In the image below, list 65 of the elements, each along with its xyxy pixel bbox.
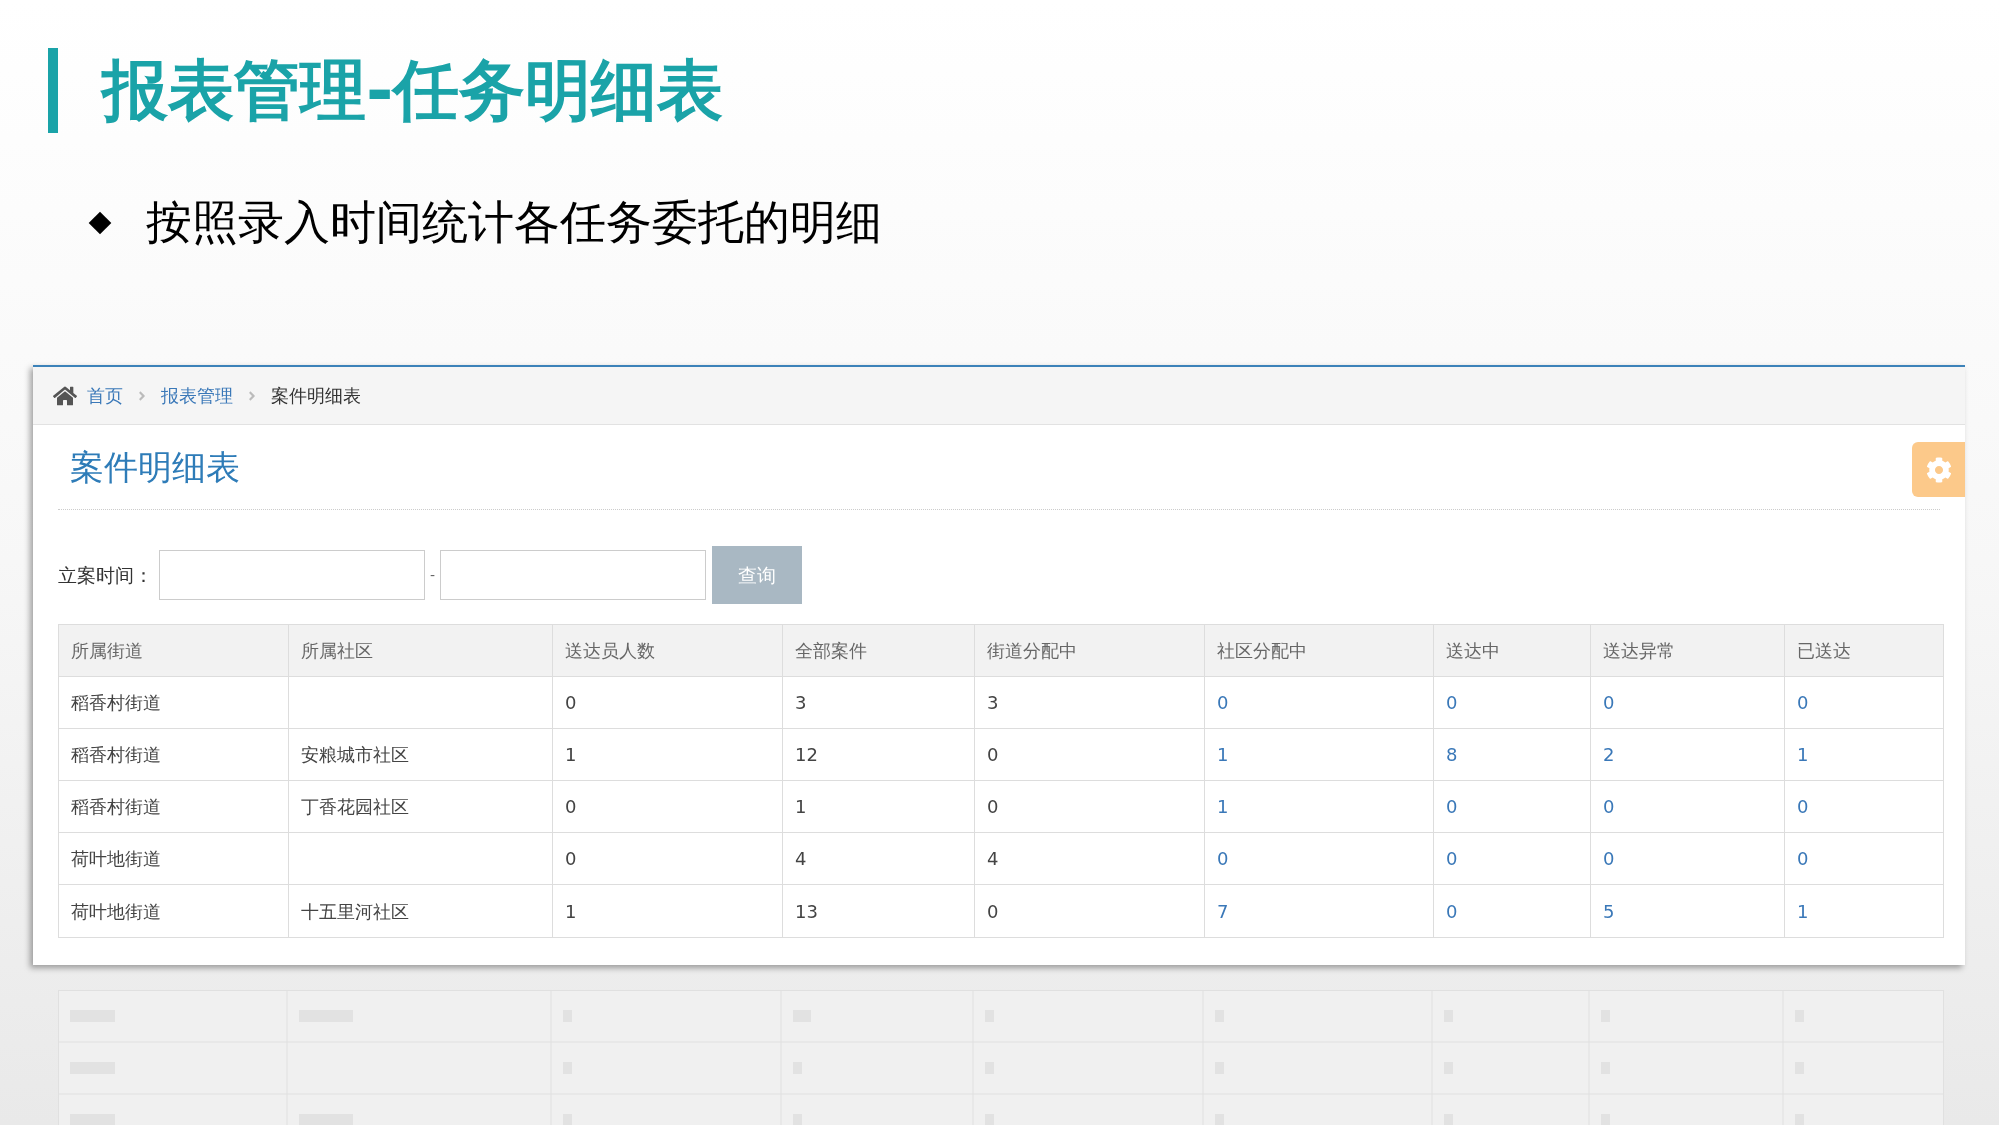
column-header: 全部案件 — [782, 625, 974, 676]
table-cell-text: 稻香村街道 — [70, 795, 162, 819]
table-cell[interactable]: 1 — [1784, 885, 1943, 937]
table-cell: 3 — [782, 677, 974, 728]
start-date-field[interactable] — [159, 550, 425, 600]
table-cell[interactable]: 1 — [1204, 781, 1433, 832]
page-heading: 案件明细表 — [70, 445, 240, 489]
table-cell: 3 — [974, 677, 1204, 728]
end-date-field[interactable] — [440, 550, 707, 600]
filter-label: 立案时间： — [58, 562, 153, 588]
bullet-text: 按照录入时间统计各任务委托的明细 — [146, 194, 882, 251]
table-cell: 12 — [782, 729, 974, 780]
home-icon — [53, 384, 77, 407]
table-cell[interactable]: 0 — [1433, 677, 1590, 728]
table-cell: 0 — [552, 677, 782, 728]
table-cell: 0 — [552, 833, 782, 884]
column-header: 街道分配中 — [974, 625, 1204, 676]
column-header: 社区分配中 — [1204, 625, 1433, 676]
column-header: 送达员人数 — [552, 625, 782, 676]
table-cell[interactable]: 0 — [1784, 833, 1943, 884]
table-cell[interactable]: 0 — [1433, 885, 1590, 937]
table-cell[interactable]: 0 — [1784, 677, 1943, 728]
table-cell: 0 — [974, 781, 1204, 832]
settings-button[interactable] — [1912, 442, 1965, 497]
table-cell[interactable]: 0 — [1204, 677, 1433, 728]
table-cell-text: 荷叶地街道 — [70, 899, 162, 924]
table-cell-text: 稻香村街道 — [70, 743, 162, 767]
table-cell: 1 — [552, 885, 782, 937]
table-cell[interactable]: 0 — [1590, 833, 1784, 884]
table-cell[interactable]: 7 — [1204, 885, 1433, 937]
table-cell[interactable]: 0 — [1590, 781, 1784, 832]
table-cell: 丁香花园社区 — [288, 781, 552, 832]
table-cell[interactable]: 0 — [1590, 677, 1784, 728]
table-cell[interactable]: 5 — [1590, 885, 1784, 937]
table-cell[interactable]: 0 — [1784, 781, 1943, 832]
column-header: 已送达 — [1784, 625, 1943, 676]
table-cell: 0 — [552, 781, 782, 832]
table-cell: 4 — [974, 833, 1204, 884]
gear-icon — [1925, 456, 1952, 483]
table-cell: 1 — [552, 729, 782, 780]
column-header: 送达中 — [1433, 625, 1590, 676]
table-cell-text: 稻香村街道 — [70, 691, 162, 715]
column-header: 所属街道 — [70, 639, 144, 663]
table-cell[interactable]: 0 — [1433, 833, 1590, 884]
table-cell: 十五里河社区 — [288, 885, 552, 937]
column-header: 所属社区 — [288, 625, 552, 676]
table-cell: 安粮城市社区 — [288, 729, 552, 780]
table-cell[interactable]: 1 — [1784, 729, 1943, 780]
breadcrumb-item[interactable]: 首页 — [87, 382, 123, 409]
breadcrumb-item[interactable]: 报表管理 — [161, 382, 233, 409]
table-cell-text: 荷叶地街道 — [70, 847, 162, 871]
table-cell[interactable]: 1 — [1204, 729, 1433, 780]
table-cell: 4 — [782, 833, 974, 884]
table-cell: 1 — [782, 781, 974, 832]
slide-title: 报表管理-任务明细表 — [102, 57, 724, 124]
table-cell: 0 — [974, 729, 1204, 780]
column-header: 送达异常 — [1590, 625, 1784, 676]
table-cell: 0 — [974, 885, 1204, 937]
table-cell[interactable]: 0 — [1204, 833, 1433, 884]
range-separator: - — [430, 565, 436, 585]
table-cell: 13 — [782, 885, 974, 937]
breadcrumb-item: 案件明细表 — [271, 384, 361, 408]
table-cell[interactable]: 0 — [1433, 781, 1590, 832]
table-cell[interactable]: 8 — [1433, 729, 1590, 780]
table-cell[interactable]: 2 — [1590, 729, 1784, 780]
